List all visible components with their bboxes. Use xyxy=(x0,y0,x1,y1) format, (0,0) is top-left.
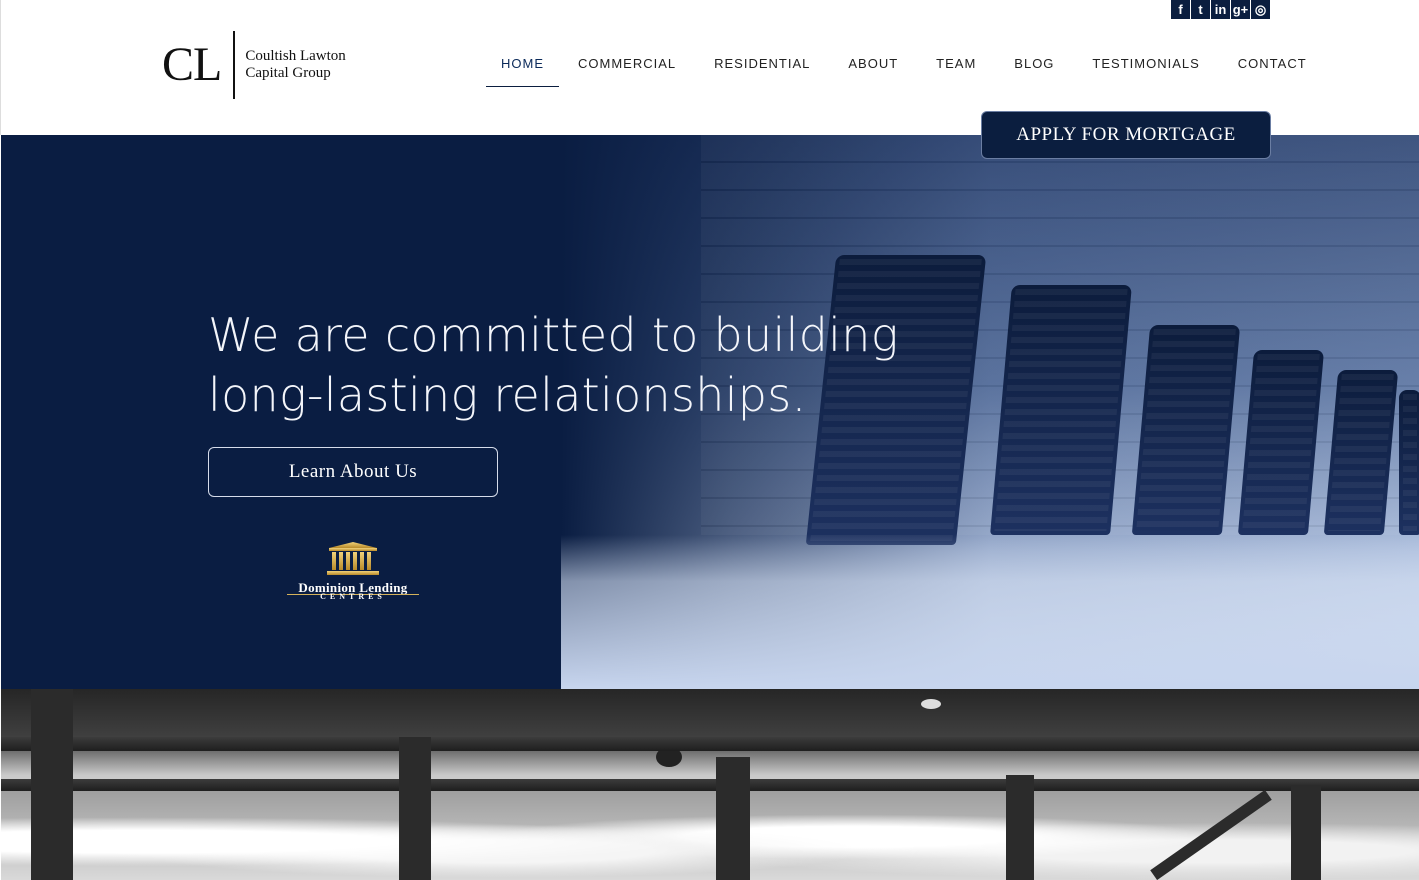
hero-headline: We are committed to building long-lastin… xyxy=(208,305,908,425)
site-logo[interactable]: CL Coultish Lawton Capital Group xyxy=(162,30,346,100)
hero-banner: We are committed to building long-lastin… xyxy=(1,135,1419,689)
building-photo-section xyxy=(1,689,1419,880)
railing-beam xyxy=(1,737,1419,751)
hero-headline-line1: We are committed to building xyxy=(208,308,899,362)
facebook-icon[interactable]: f xyxy=(1171,0,1191,19)
logo-name-line1: Coultish Lawton xyxy=(245,48,346,64)
linkedin-icon[interactable]: in xyxy=(1211,0,1231,19)
nav-blog[interactable]: BLOG xyxy=(1014,52,1054,87)
chair-shape xyxy=(1131,325,1241,535)
dominion-lending-centres: CENTRES xyxy=(320,592,386,601)
nav-contact[interactable]: CONTACT xyxy=(1238,52,1307,87)
instagram-icon[interactable]: ◎ xyxy=(1251,0,1271,19)
twitter-icon[interactable]: t xyxy=(1191,0,1211,19)
nav-team[interactable]: TEAM xyxy=(936,52,976,87)
nav-commercial[interactable]: COMMERCIAL xyxy=(578,52,676,87)
main-nav: HOME COMMERCIAL RESIDENTIAL ABOUT TEAM B… xyxy=(486,52,1307,87)
apply-for-mortgage-button[interactable]: APPLY FOR MORTGAGE xyxy=(981,111,1271,159)
logo-monogram: CL xyxy=(162,38,222,91)
hero-headline-line2: long-lasting relationships. xyxy=(208,368,807,422)
nav-testimonials[interactable]: TESTIMONIALS xyxy=(1092,52,1199,87)
window-column xyxy=(31,689,73,880)
dominion-lending-logo[interactable]: Dominion Lending CENTRES xyxy=(285,540,421,601)
learn-about-us-button[interactable]: Learn About Us xyxy=(208,447,498,497)
nav-residential[interactable]: RESIDENTIAL xyxy=(714,52,810,87)
social-links: f t in g+ ◎ xyxy=(1171,0,1271,19)
nav-home[interactable]: HOME xyxy=(486,52,559,87)
logo-divider xyxy=(233,31,236,99)
logo-name: Coultish Lawton Capital Group xyxy=(245,48,345,82)
logo-name-line2: Capital Group xyxy=(245,65,331,81)
window-column xyxy=(716,757,750,880)
temple-icon xyxy=(327,542,379,575)
ceiling-lamp xyxy=(921,699,941,709)
railing-beam xyxy=(1,779,1419,791)
nav-about[interactable]: ABOUT xyxy=(848,52,898,87)
chair-shape xyxy=(990,285,1132,535)
chair-shape xyxy=(1399,390,1419,535)
hero-table-surface xyxy=(561,535,1419,689)
window-column xyxy=(1291,785,1321,880)
window-column xyxy=(399,737,431,880)
google-plus-icon[interactable]: g+ xyxy=(1231,0,1251,19)
window-column xyxy=(1006,775,1034,880)
